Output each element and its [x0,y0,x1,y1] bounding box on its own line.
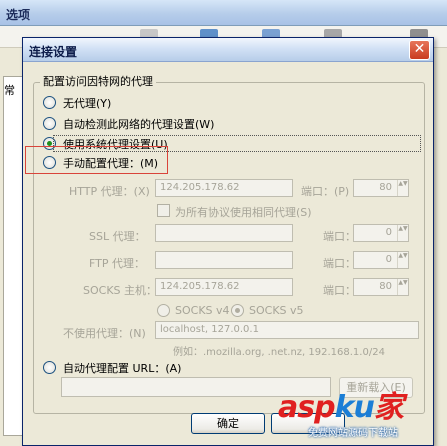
ssl-port-input[interactable]: 0 ▲▼ [353,224,409,242]
socks-v5-label[interactable]: SOCKS v5 [249,304,304,317]
socks-port-spinner[interactable]: ▲▼ [397,279,408,295]
close-icon: ✕ [413,41,426,57]
ssl-port-value: 0 [385,227,392,238]
no-proxy-for-label: 不使用代理：(N) [63,327,146,340]
ftp-proxy-input[interactable] [155,251,293,269]
same-proxy-label[interactable]: 为所有协议使用相同代理(S) [175,204,312,220]
socks-v4-label[interactable]: SOCKS v4 [175,304,230,317]
http-port-value: 80 [379,182,392,193]
ssl-proxy-input[interactable] [155,224,293,242]
ok-button[interactable]: 确定 [191,413,265,434]
socks-port-input[interactable]: 80 ▲▼ [353,278,409,296]
http-port-input[interactable]: 80 ▲▼ [353,179,409,197]
options-side-panel [3,76,23,436]
manual-proxy-radio[interactable] [43,156,56,169]
http-proxy-label: HTTP 代理：(X) [69,185,150,198]
auto-detect-radio[interactable] [43,117,56,130]
ftp-port-label: 端口： [323,257,356,270]
watermark-logo: aspku家 [278,390,404,425]
no-proxy-for-input[interactable]: localhost, 127.0.0.1 [155,321,419,339]
options-window-title: 选项 [6,8,31,22]
dialog-titlebar[interactable]: 连接设置 ✕ [23,38,433,62]
close-button[interactable]: ✕ [409,40,430,60]
http-port-spinner[interactable]: ▲▼ [397,180,408,196]
ssl-port-spinner[interactable]: ▲▼ [397,225,408,241]
dialog-title: 连接设置 [29,45,78,59]
auto-detect-label[interactable]: 自动检测此网络的代理设置(W) [63,116,214,132]
same-proxy-checkbox[interactable] [157,204,170,217]
manual-proxy-label[interactable]: 手动配置代理：(M) [63,155,158,171]
no-proxy-example: 例如：.mozilla.org, .net.nz, 192.168.1.0/24 [173,347,385,358]
http-proxy-input[interactable]: 124.205.178.62 [155,179,293,197]
socks-v5-radio[interactable] [231,304,244,317]
options-general-tab[interactable]: 常 [4,82,15,98]
ssl-port-label: 端口： [323,230,356,243]
http-port-label: 端口：(P) [301,185,350,198]
auto-config-radio[interactable] [43,361,56,374]
auto-config-label[interactable]: 自动代理配置 URL：(A) [63,360,181,376]
socks-port-value: 80 [379,281,392,292]
ftp-proxy-label: FTP 代理： [89,257,145,270]
socks-v4-radio[interactable] [157,304,170,317]
aspku-watermark: aspku家 免费网站源码下载站 [278,382,447,446]
socks-host-input[interactable]: 124.205.178.62 [155,278,293,296]
ftp-port-input[interactable]: 0 ▲▼ [353,251,409,269]
ssl-proxy-label: SSL 代理： [89,230,146,243]
watermark-subtitle: 免费网站源码下载站 [308,428,398,439]
socks-port-label: 端口： [323,284,356,297]
no-proxy-label[interactable]: 无代理(Y) [63,95,111,111]
options-titlebar: 选项 [0,0,447,26]
no-proxy-radio[interactable] [43,96,56,109]
group-title: 配置访问因特网的代理 [40,73,156,89]
ftp-port-value: 0 [385,254,392,265]
socks-host-label: SOCKS 主机： [83,284,158,297]
ftp-port-spinner[interactable]: ▲▼ [397,252,408,268]
